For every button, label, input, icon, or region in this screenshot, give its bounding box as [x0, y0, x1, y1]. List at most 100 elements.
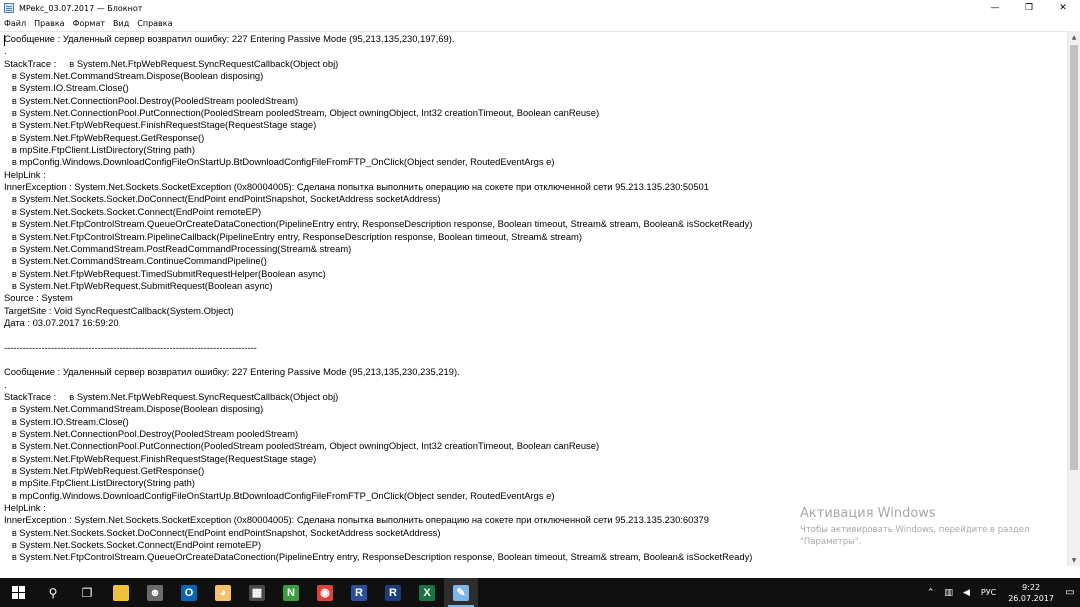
document-line: в System.Net.ConnectionPool.Destroy(Pool… — [4, 94, 299, 106]
menu-file[interactable]: Файл — [0, 19, 30, 28]
document-line: ----------------------------------------… — [4, 341, 257, 353]
chrome-icon: ◉ — [317, 584, 333, 601]
document-line: в System.Net.FtpWebRequest.SubmitRequest… — [4, 279, 273, 291]
document-line: в System.Net.CommandStream.Dispose(Boole… — [4, 403, 264, 415]
taskbar-app-button[interactable]: ◉ — [308, 578, 342, 607]
task-view-button[interactable]: ❐ — [70, 578, 104, 607]
window-controls: — ❐ ✕ — [978, 0, 1080, 16]
app-r2-icon: R — [385, 584, 401, 601]
start-button[interactable] — [0, 578, 36, 607]
document-line: в System.Net.CommandStream.ContinueComma… — [4, 255, 267, 267]
document-text: Сообщение : Удаленный сервер возвратил о… — [0, 32, 1067, 564]
document-line: HelpLink : — [4, 502, 46, 514]
excel-icon: X — [419, 584, 435, 601]
taskbar: ⚲ ❐ ☻ O ◕ ▦ N ◉ R R X ✎ ⌃ ▥ ◀ РУС 9:22 26.07.2017… — [0, 578, 1080, 607]
menu-format[interactable]: Формат — [69, 19, 109, 28]
document-line: в System.Net.CommandStream.PostReadComma… — [4, 242, 352, 254]
document-line: TargetSite : Void SyncRequestCallback(Sy… — [4, 304, 234, 316]
document-line: в System.IO.Stream.Close() — [4, 415, 129, 427]
tray-chevron-icon[interactable]: ⌃ — [922, 588, 940, 598]
title-bar: MPekc_03.07.2017 — Блокнот — ❐ ✕ — [0, 0, 1080, 16]
language-indicator[interactable]: РУС — [975, 588, 1002, 597]
close-button[interactable]: ✕ — [1046, 0, 1080, 16]
menu-edit[interactable]: Правка — [30, 19, 68, 28]
document-line: в System.Net.Sockets.Socket.DoConnect(En… — [4, 526, 441, 538]
document-line: в System.Net.FtpWebRequest.GetResponse() — [4, 465, 205, 477]
document-line: . — [4, 45, 7, 57]
document-line: в mpSite.FtpClient.ListDirectory(String … — [4, 477, 195, 489]
document-line: в System.Net.Sockets.Socket.Connect(EndP… — [4, 205, 262, 217]
network-icon[interactable]: ▥ — [939, 588, 958, 598]
document-line: в System.Net.FtpWebRequest.TimedSubmitRe… — [4, 267, 326, 279]
windows-logo-icon — [11, 586, 25, 599]
taskbar-app-button[interactable]: R — [376, 578, 410, 607]
document-line: в System.Net.FtpControlStream.QueueOrCre… — [4, 551, 753, 563]
app-r-icon: R — [351, 584, 367, 601]
document-line: в System.Net.FtpControlStream.PipelineCa… — [4, 230, 582, 242]
notepad-app-icon — [4, 3, 14, 13]
file-explorer-icon — [113, 584, 129, 601]
system-tray: ⌃ ▥ ◀ РУС 9:22 26.07.2017 ▭ — [922, 578, 1080, 607]
document-line: в System.Net.FtpWebRequest.FinishRequest… — [4, 452, 317, 464]
scroll-down-icon[interactable]: ▼ — [1068, 554, 1080, 566]
taskbar-app-button[interactable]: ✎ — [444, 578, 478, 607]
notification-center-button[interactable]: ▭ — [1060, 578, 1080, 607]
clock-time: 9:22 — [1022, 582, 1041, 592]
notepad-plus-icon: N — [283, 584, 299, 601]
taskbar-app-button[interactable]: ▦ — [240, 578, 274, 607]
document-line: HelpLink : — [4, 168, 46, 180]
volume-icon[interactable]: ◀ — [958, 588, 975, 598]
document-line: в mpConfig.Windows.DownloadConfigFileOnS… — [4, 489, 555, 501]
document-line: StackTrace : в System.Net.FtpWebRequest.… — [4, 390, 339, 402]
text-cursor — [4, 35, 5, 46]
text-editor-area[interactable]: Сообщение : Удаленный сервер возвратил о… — [0, 31, 1067, 567]
document-line: в System.Net.FtpWebRequest.GetResponse() — [4, 131, 205, 143]
window-title: MPekc_03.07.2017 — Блокнот — [19, 3, 143, 13]
document-line: InnerException : System.Net.Sockets.Sock… — [4, 181, 709, 193]
document-line: InnerException : System.Net.Sockets.Sock… — [4, 514, 709, 526]
notification-icon: ▭ — [1065, 587, 1075, 598]
document-line: в System.IO.Stream.Close() — [4, 82, 129, 94]
document-line: в System.Net.Sockets.Socket.DoConnect(En… — [4, 193, 441, 205]
notepad-icon: ✎ — [453, 584, 469, 601]
document-line: Дата : 03.07.2017 16:59:20 — [4, 316, 119, 328]
document-line: Сообщение : Удаленный сервер возвратил о… — [4, 33, 455, 44]
taskbar-app-button[interactable]: X — [410, 578, 444, 607]
maximize-button[interactable]: ❐ — [1012, 0, 1046, 16]
document-line: в System.Net.FtpWebRequest.FinishRequest… — [4, 119, 317, 131]
minimize-button[interactable]: — — [978, 0, 1012, 16]
document-line: Сообщение : Удаленный сервер возвратил о… — [4, 366, 460, 378]
task-view-icon: ❐ — [81, 585, 93, 600]
taskbar-app-button[interactable]: ☻ — [138, 578, 172, 607]
clock-date: 26.07.2017 — [1008, 593, 1054, 603]
document-line: в System.Net.ConnectionPool.PutConnectio… — [4, 440, 600, 452]
document-line: в System.Net.Sockets.Socket.Connect(EndP… — [4, 539, 262, 551]
document-line: в mpSite.FtpClient.ListDirectory(String … — [4, 144, 195, 156]
people-icon: ☻ — [147, 584, 163, 601]
taskbar-app-button[interactable]: R — [342, 578, 376, 607]
document-line: в System.Net.FtpControlStream.QueueOrCre… — [4, 218, 753, 230]
document-line: в System.Net.ConnectionPool.Destroy(Pool… — [4, 428, 299, 439]
scroll-up-icon[interactable]: ▲ — [1068, 31, 1080, 43]
taskbar-app-button[interactable]: O — [172, 578, 206, 607]
document-line: . — [4, 378, 7, 390]
scroll-thumb[interactable] — [1070, 45, 1078, 470]
paint-icon: ◕ — [215, 584, 231, 601]
document-line: в mpConfig.Windows.DownloadConfigFileOnS… — [4, 156, 555, 168]
vertical-scrollbar[interactable]: ▲ ▼ — [1067, 31, 1080, 566]
search-button[interactable]: ⚲ — [36, 578, 70, 607]
taskbar-apps: ☻ O ◕ ▦ N ◉ R R X ✎ — [104, 578, 478, 607]
outlook-icon: O — [181, 584, 197, 601]
document-line: в System.Net.CommandStream.Dispose(Boole… — [4, 70, 264, 82]
menu-view[interactable]: Вид — [109, 19, 133, 28]
clock[interactable]: 9:22 26.07.2017 — [1002, 582, 1060, 604]
taskbar-app-button[interactable]: ◕ — [206, 578, 240, 607]
search-icon: ⚲ — [48, 585, 58, 600]
document-line: в System.Net.ConnectionPool.PutConnectio… — [4, 107, 600, 119]
menu-bar: Файл Правка Формат Вид Справка — [0, 16, 1080, 30]
taskbar-app-button[interactable] — [104, 578, 138, 607]
taskbar-app-button[interactable]: N — [274, 578, 308, 607]
menu-help[interactable]: Справка — [133, 19, 176, 28]
document-line: Source : System — [4, 292, 73, 304]
document-line: StackTrace : в System.Net.FtpWebRequest.… — [4, 57, 339, 69]
